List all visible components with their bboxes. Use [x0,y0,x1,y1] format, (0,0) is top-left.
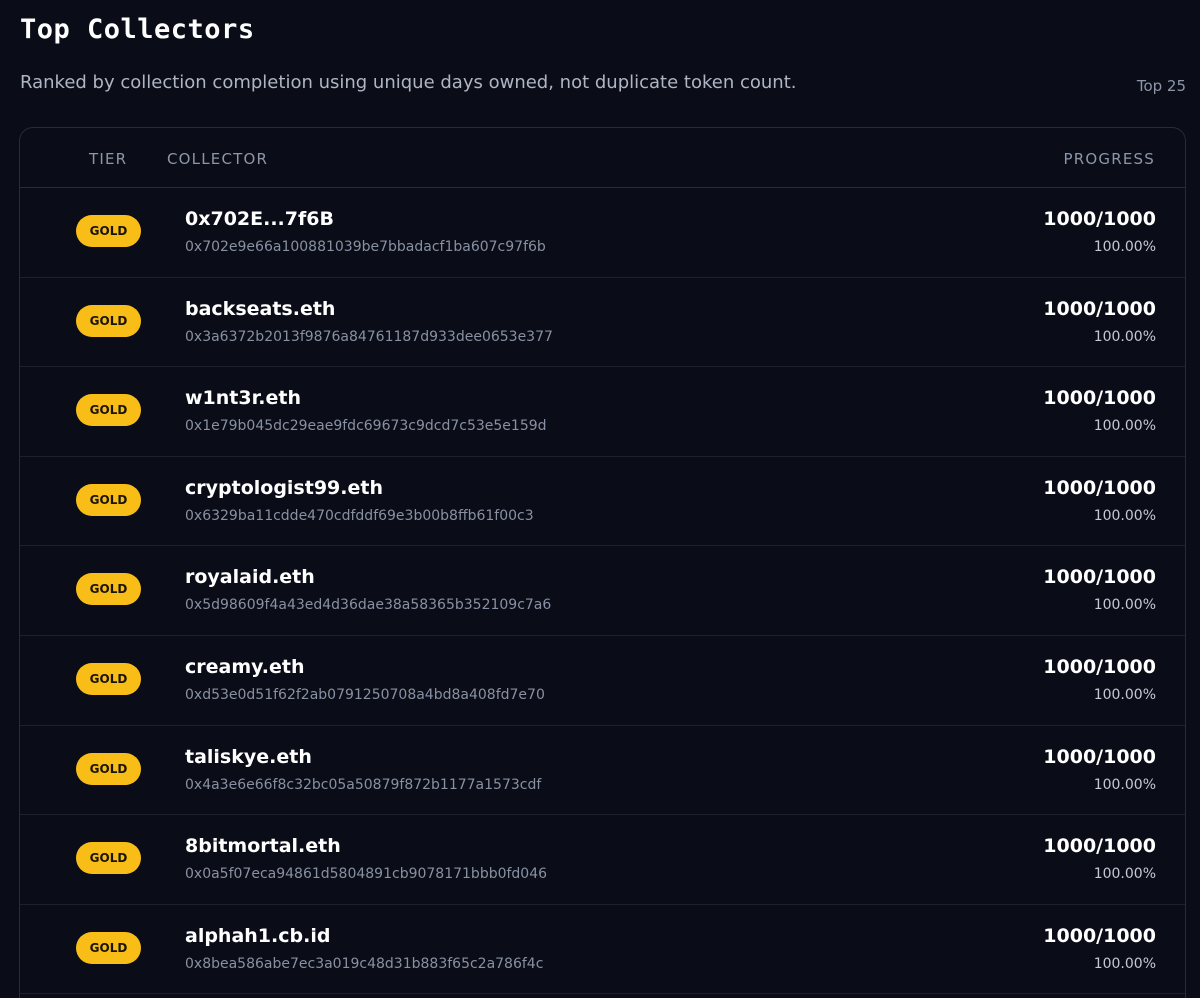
top-collectors-page: Top Collectors Ranked by collection comp… [0,0,1200,998]
collector-name: backseats.eth [185,297,336,320]
tier-badge: GOLD [76,394,141,427]
progress-percent: 100.00% [1093,507,1156,524]
tier-badge: GOLD [76,573,141,606]
collector-address: 0x0a5f07eca94861d5804891cb9078171bbb0fd0… [185,866,548,883]
collector-name: creamy.eth [185,655,305,678]
progress-percent: 100.00% [1093,418,1156,435]
progress-percent: 100.00% [1093,686,1156,703]
table-row[interactable]: GOLD taliskye.eth 0x4a3e6e66f8c32bc05a5087… [20,726,1185,816]
tier-badge: GOLD [76,304,141,337]
progress-count: 1000/1000 [1043,208,1156,230]
progress-count: 1000/1000 [1043,745,1156,768]
progress-percent: 100.00% [1093,955,1156,972]
progress-percent: 100.00% [1093,597,1156,614]
table-row[interactable]: GOLD 8bitmortal.eth 0x0a5f07eca94861d58048… [20,815,1185,905]
collector-name: w1nt3r.eth [185,387,301,410]
collector-address: 0xd53e0d51f62f2ab0791250708a4bd8a408fd7e… [185,686,545,703]
progress-percent: 100.00% [1093,328,1156,345]
progress-count: 1000/1000 [1043,655,1156,678]
collector-address: 0x3a6372b2013f9876a84761187d933dee0653e3… [185,328,553,345]
table-row[interactable]: GOLD alphah1.cb.id 0x8bea586abe7ec3a019c48… [20,905,1185,995]
progress-percent: 100.00% [1093,866,1156,883]
table-row[interactable]: GOLD royalaid.eth 0x5d98609f4a43ed4d36dae3… [20,546,1185,636]
column-header-collector: COLLECTOR [167,150,269,168]
collector-name: alphah1.cb.id [185,924,331,947]
page-subtitle: Ranked by collection completion using un… [20,72,797,93]
table-row[interactable]: GOLD cryptologist99.eth 0x6329ba11cdde470c… [20,457,1185,547]
column-header-progress: PROGRESS [1063,150,1155,168]
tier-badge: GOLD [76,752,141,785]
collector-name: 0x702E...7f6B [185,208,334,230]
tier-badge: GOLD [76,483,141,516]
table-row[interactable]: GOLD backseats.eth 0x3a6372b2013f9876a8476… [20,278,1185,368]
collector-address: 0x6329ba11cdde470cdfddf69e3b00b8ffb61f00… [185,507,534,524]
top-count-label: Top 25 [1136,77,1186,95]
collector-address: 0x5d98609f4a43ed4d36dae38a58365b352109c7… [185,597,552,614]
table-row[interactable]: GOLD creamy.eth 0xd53e0d51f62f2ab079125070… [20,636,1185,726]
table-row[interactable]: GOLD w1nt3r.eth 0x1e79b045dc29eae9fdc69673… [20,367,1185,457]
collector-name: royalaid.eth [185,566,315,589]
tier-badge: GOLD [76,842,141,875]
progress-count: 1000/1000 [1043,835,1156,858]
page-title: Top Collectors [20,14,255,45]
collector-address: 0x4a3e6e66f8c32bc05a50879f872b1177a1573c… [185,776,542,793]
progress-count: 1000/1000 [1043,476,1156,499]
collector-name: cryptologist99.eth [185,476,383,499]
collector-address: 0x1e79b045dc29eae9fdc69673c9dcd7c53e5e15… [185,418,547,435]
table-row[interactable]: GOLD 0x702E...7f6B 0x702e9e66a100881039be7… [20,188,1185,278]
progress-count: 1000/1000 [1043,924,1156,947]
tier-badge: GOLD [76,215,141,247]
progress-count: 1000/1000 [1043,297,1156,320]
collector-address: 0x702e9e66a100881039be7bbadacf1ba607c97f… [185,239,546,255]
progress-count: 1000/1000 [1043,566,1156,589]
progress-percent: 100.00% [1093,239,1156,255]
tier-badge: GOLD [76,931,141,964]
collector-address: 0x8bea586abe7ec3a019c48d31b883f65c2a786f… [185,955,544,972]
collector-name: taliskye.eth [185,745,312,768]
table-body: GOLD 0x702E...7f6B 0x702e9e66a100881039be7… [20,188,1185,995]
tier-badge: GOLD [76,662,141,695]
progress-percent: 100.00% [1093,776,1156,793]
collectors-table: TIER COLLECTOR PROGRESS GOLD 0x702E...7f6… [19,127,1186,998]
progress-count: 1000/1000 [1043,387,1156,410]
column-header-tier: TIER [89,150,128,168]
collector-name: 8bitmortal.eth [185,835,341,858]
table-header: TIER COLLECTOR PROGRESS [20,128,1185,188]
